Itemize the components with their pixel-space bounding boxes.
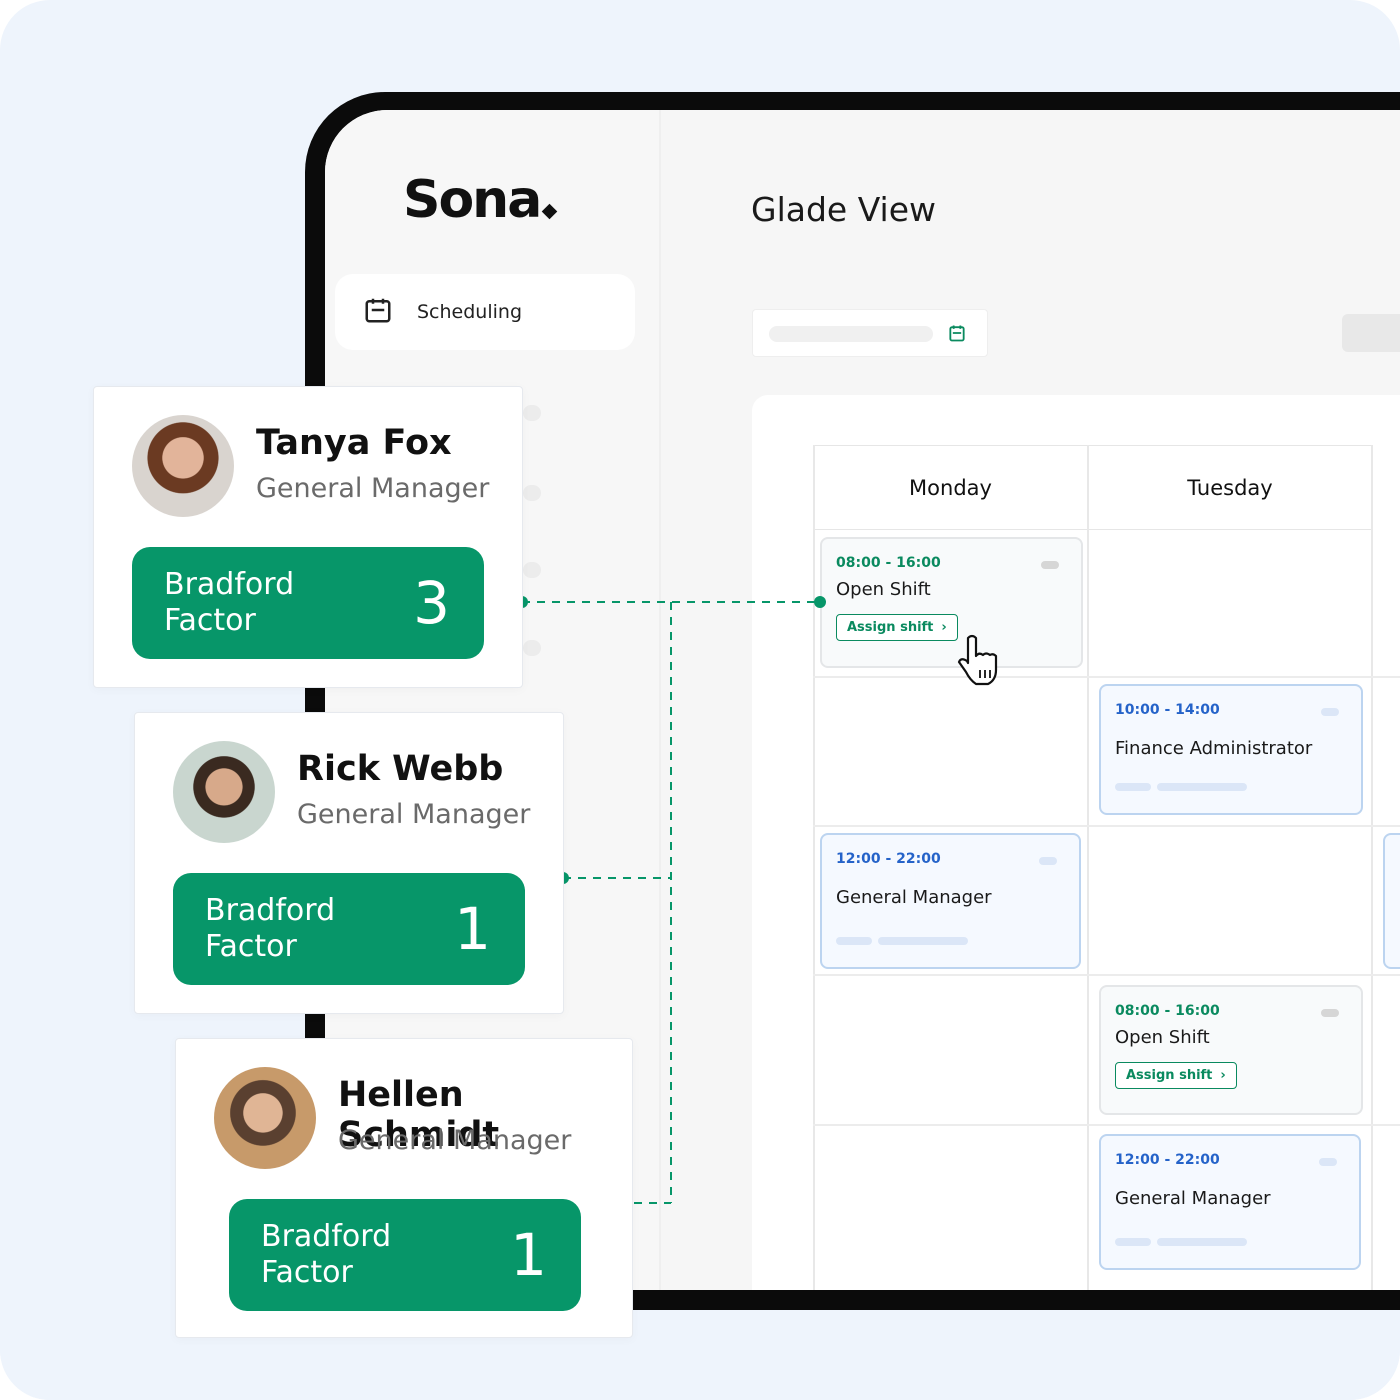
avatar [214, 1067, 316, 1169]
employee-card[interactable]: Hellen Schmidt General Manager Bradford … [175, 1038, 633, 1338]
bradford-factor-badge: Bradford Factor 1 [173, 873, 525, 985]
hand-cursor-icon [957, 634, 998, 686]
employee-card[interactable]: Tanya Fox General Manager Bradford Facto… [93, 386, 523, 688]
bradford-factor-badge: Bradford Factor 1 [229, 1199, 581, 1311]
canvas: Sona Scheduling Glade View Monday Tuesda… [0, 0, 1400, 1400]
employee-card[interactable]: Rick Webb General Manager Bradford Facto… [134, 712, 564, 1014]
avatar [132, 415, 234, 517]
avatar [173, 741, 275, 843]
bradford-factor-badge: Bradford Factor 3 [132, 547, 484, 659]
